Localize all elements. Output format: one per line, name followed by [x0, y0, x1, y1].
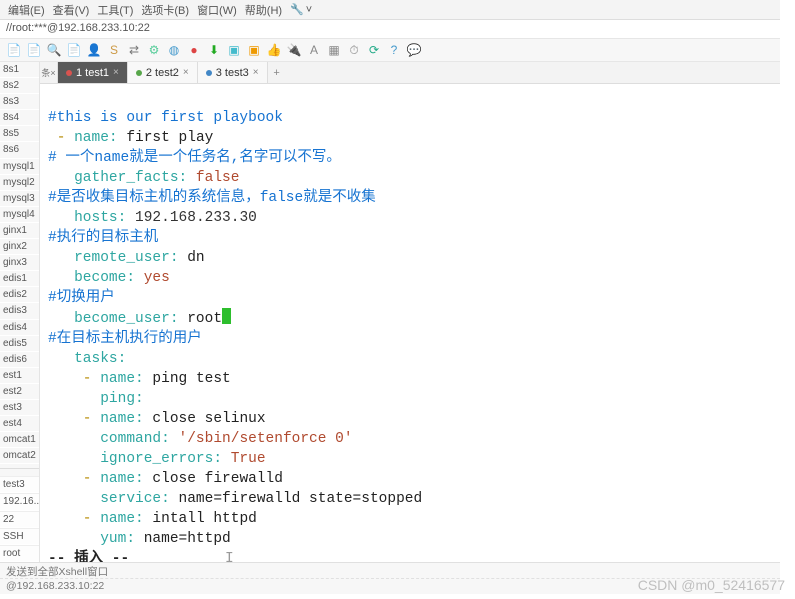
sidebar-item[interactable]: omcat2 [0, 448, 39, 464]
sidebar-item[interactable]: omcat1 [0, 432, 39, 448]
menu-view[interactable]: 查看(V) [51, 2, 92, 18]
tab-3-test3[interactable]: 3 test3 × [198, 62, 268, 83]
yaml-comment: #this is our first playbook [48, 110, 283, 126]
sidebar-item[interactable]: 8s1 [0, 62, 39, 78]
sidebar-info-item: test3 [0, 476, 39, 493]
grid-icon[interactable]: ▦ [326, 42, 342, 58]
status-dot-icon [206, 70, 212, 76]
sidebar-item[interactable]: mysql3 [0, 191, 39, 207]
plug-icon[interactable]: 🔌 [286, 42, 302, 58]
tab-label: 3 test3 [216, 67, 249, 79]
sidebar-info-item: SSH [0, 528, 39, 545]
status-hint: 发送到全部Xshell窗口 [0, 562, 780, 578]
sidebar-item[interactable]: est3 [0, 400, 39, 416]
sidebar-item[interactable]: mysql4 [0, 207, 39, 223]
menubar: 编辑(E) 查看(V) 工具(T) 选项卡(B) 窗口(W) 帮助(H) 🔧˅ [0, 0, 780, 20]
search-icon[interactable]: 🔍 [46, 42, 62, 58]
like-icon[interactable]: 👍 [266, 42, 282, 58]
address-bar[interactable]: //root:***@192.168.233.10:22 [0, 20, 780, 38]
cursor [222, 308, 231, 324]
sidebar-item[interactable]: ginx3 [0, 255, 39, 271]
tab-pre[interactable]: 条× [40, 62, 58, 83]
arrows-icon[interactable]: ⇄ [126, 42, 142, 58]
tabbar: 条× 1 test1 × 2 test2 × 3 test3 × + [40, 62, 780, 84]
sidebar-info-item: 22 [0, 511, 39, 528]
node-icon[interactable]: ◍ [166, 42, 182, 58]
sidebar-item[interactable]: 8s3 [0, 94, 39, 110]
sidebar-item[interactable]: edis6 [0, 352, 39, 368]
sidebar-item[interactable]: mysql1 [0, 159, 39, 175]
ref-icon[interactable]: ⟳ [366, 42, 382, 58]
toolbar: 📄📄🔍📄👤S⇄⚙◍●⬇▣▣👍🔌A▦⏱⟳?💬 [0, 38, 780, 62]
sidebar-item[interactable]: edis2 [0, 287, 39, 303]
vim-status: -- 插入 -- [48, 551, 129, 562]
session-sidebar: 8s18s28s38s48s58s6mysql1mysql2mysql3mysq… [0, 62, 40, 562]
red-icon[interactable]: ● [186, 42, 202, 58]
tab-add-button[interactable]: + [268, 62, 286, 83]
sidebar-info-item: 192.16... [0, 493, 39, 510]
text-icon[interactable]: A [306, 42, 322, 58]
orange-icon[interactable]: ▣ [246, 42, 262, 58]
close-icon[interactable]: × [183, 67, 189, 78]
doc-icon[interactable]: 📄 [26, 42, 42, 58]
sidebar-item[interactable]: 8s2 [0, 78, 39, 94]
editor[interactable]: #this is our first playbook - name: firs… [40, 84, 780, 562]
tab-label: 2 test2 [146, 67, 179, 79]
tab-label: 1 test1 [76, 67, 109, 79]
file-icon[interactable]: 📄 [6, 42, 22, 58]
menu-edit[interactable]: 编辑(E) [6, 2, 47, 18]
chat-icon[interactable]: 💬 [406, 42, 422, 58]
sidebar-item[interactable]: est1 [0, 368, 39, 384]
tab-1-test1[interactable]: 1 test1 × [58, 62, 128, 83]
status-dot-icon [66, 70, 72, 76]
sidebar-item[interactable]: mysql2 [0, 175, 39, 191]
status-dot-icon [136, 70, 142, 76]
close-icon[interactable]: × [113, 67, 119, 78]
gear-icon[interactable]: ⚙ [146, 42, 162, 58]
user-icon[interactable]: 👤 [86, 42, 102, 58]
tab-2-test2[interactable]: 2 test2 × [128, 62, 198, 83]
sidebar-item[interactable]: ginx2 [0, 239, 39, 255]
menu-wrench-icon[interactable]: 🔧˅ [288, 3, 316, 16]
sidebar-item[interactable]: 8s5 [0, 126, 39, 142]
sidebar-item[interactable]: 8s6 [0, 142, 39, 158]
sidebar-item[interactable]: 8s4 [0, 110, 39, 126]
menu-tools[interactable]: 工具(T) [95, 2, 135, 18]
menu-help[interactable]: 帮助(H) [243, 2, 284, 18]
close-icon[interactable]: × [253, 67, 259, 78]
doc2-icon[interactable]: 📄 [66, 42, 82, 58]
sidebar-item[interactable]: edis4 [0, 320, 39, 336]
script-icon[interactable]: S [106, 42, 122, 58]
sidebar-item[interactable]: edis5 [0, 336, 39, 352]
status-host: @192.168.233.10:22 [0, 578, 780, 594]
sidebar-item[interactable]: est4 [0, 416, 39, 432]
clock-icon[interactable]: ⏱ [346, 42, 362, 58]
sidebar-item[interactable]: ginx1 [0, 223, 39, 239]
sidebar-item[interactable]: est2 [0, 384, 39, 400]
sidebar-item[interactable]: edis1 [0, 271, 39, 287]
sidebar-item[interactable]: edis3 [0, 303, 39, 319]
sidebar-info-item: root [0, 545, 39, 562]
text-cursor-icon: I [225, 551, 234, 562]
help-icon[interactable]: ? [386, 42, 402, 58]
menu-tabs[interactable]: 选项卡(B) [139, 2, 191, 18]
blue-icon[interactable]: ▣ [226, 42, 242, 58]
menu-window[interactable]: 窗口(W) [195, 2, 239, 18]
dl-icon[interactable]: ⬇ [206, 42, 222, 58]
